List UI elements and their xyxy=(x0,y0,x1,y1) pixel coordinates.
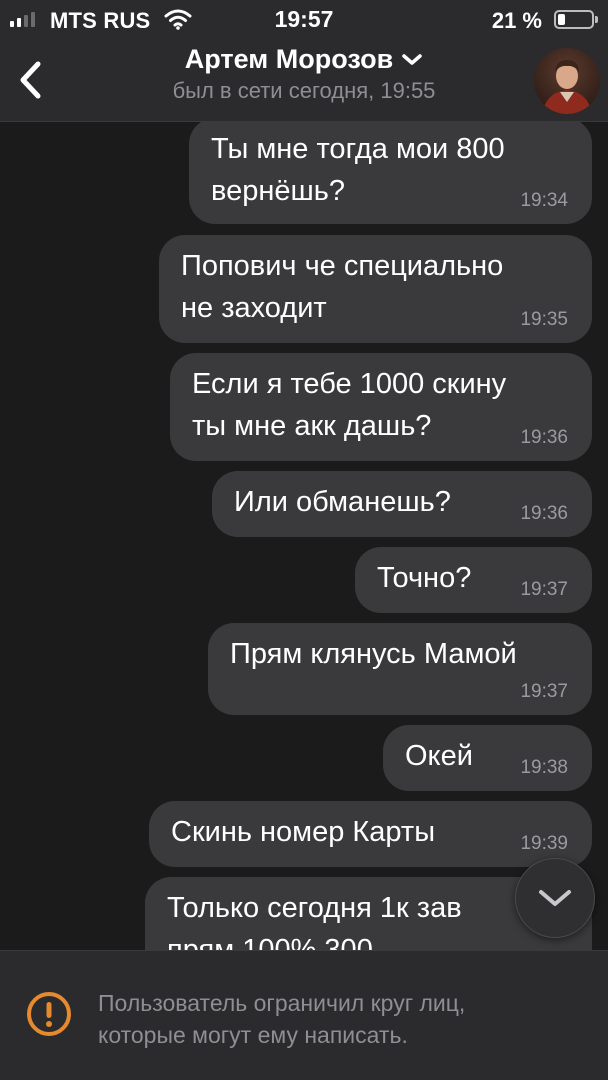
battery-icon xyxy=(554,10,598,29)
message-text: Только сегодня 1к зав прям 100% 300 xyxy=(167,892,462,950)
back-button[interactable] xyxy=(8,54,52,106)
message-time: 19:38 xyxy=(520,757,568,778)
message-time: 19:35 xyxy=(520,309,568,330)
message-bubble[interactable]: Скинь номер Карты 19:39 xyxy=(149,801,592,867)
restriction-notice: Пользователь ограничил круг лиц, которые… xyxy=(0,950,608,1080)
chevron-down-icon xyxy=(402,53,422,65)
contact-name: Артем Морозов xyxy=(184,44,394,74)
message-text: Ты мне тогда мои 800 вернёшь? xyxy=(211,133,505,207)
chat-screen: MTS RUS 19:57 21 % Артем Морозов был в с… xyxy=(0,0,608,1080)
chevron-left-icon xyxy=(20,61,41,99)
message-bubble[interactable]: Окей 19:38 xyxy=(383,725,592,791)
message-text: Прям клянусь Мамой xyxy=(230,638,517,670)
message-time: 19:37 xyxy=(520,681,568,702)
chat-header: Артем Морозов был в сети сегодня, 19:55 xyxy=(0,40,608,122)
message-time: 19:34 xyxy=(520,190,568,211)
chevron-down-icon xyxy=(539,890,571,906)
message-text: Если я тебе 1000 скину ты мне акк дашь? xyxy=(192,368,507,442)
avatar[interactable] xyxy=(534,48,600,114)
restriction-text: Пользователь ограничил круг лиц, которые… xyxy=(98,990,466,1048)
message-bubble[interactable]: Попович че специально не заходит 19:35 xyxy=(159,235,592,343)
message-time: 19:36 xyxy=(520,427,568,448)
scroll-to-bottom-button[interactable] xyxy=(515,858,595,938)
message-bubble[interactable]: Прям клянусь Мамой 19:37 xyxy=(208,623,592,715)
message-bubble[interactable]: Если я тебе 1000 скину ты мне акк дашь? … xyxy=(170,353,592,461)
message-time: 19:36 xyxy=(520,503,568,524)
message-time: 19:39 xyxy=(520,833,568,854)
exclamation-circle-icon xyxy=(26,991,72,1042)
message-bubble[interactable]: Ты мне тогда мои 800 вернёшь? 19:34 xyxy=(189,122,592,224)
message-time: 19:37 xyxy=(520,579,568,600)
message-text: Попович че специально не заходит xyxy=(181,250,504,324)
chat-title[interactable]: Артем Морозов был в сети сегодня, 19:55 xyxy=(120,44,488,104)
contact-name-row[interactable]: Артем Морозов xyxy=(185,44,423,75)
message-bubble[interactable]: Точно? 19:37 xyxy=(355,547,592,613)
message-bubble[interactable]: Или обманешь? 19:36 xyxy=(212,471,592,537)
message-text: Скинь номер Карты xyxy=(171,816,436,848)
battery-percent: 21 % xyxy=(491,8,542,33)
message-list[interactable]: Ты мне тогда мои 800 вернёшь? 19:34 Попо… xyxy=(0,122,608,950)
contact-status: был в сети сегодня, 19:55 xyxy=(172,78,436,103)
status-bar: MTS RUS 19:57 21 % xyxy=(0,0,608,40)
battery-level xyxy=(558,14,565,25)
